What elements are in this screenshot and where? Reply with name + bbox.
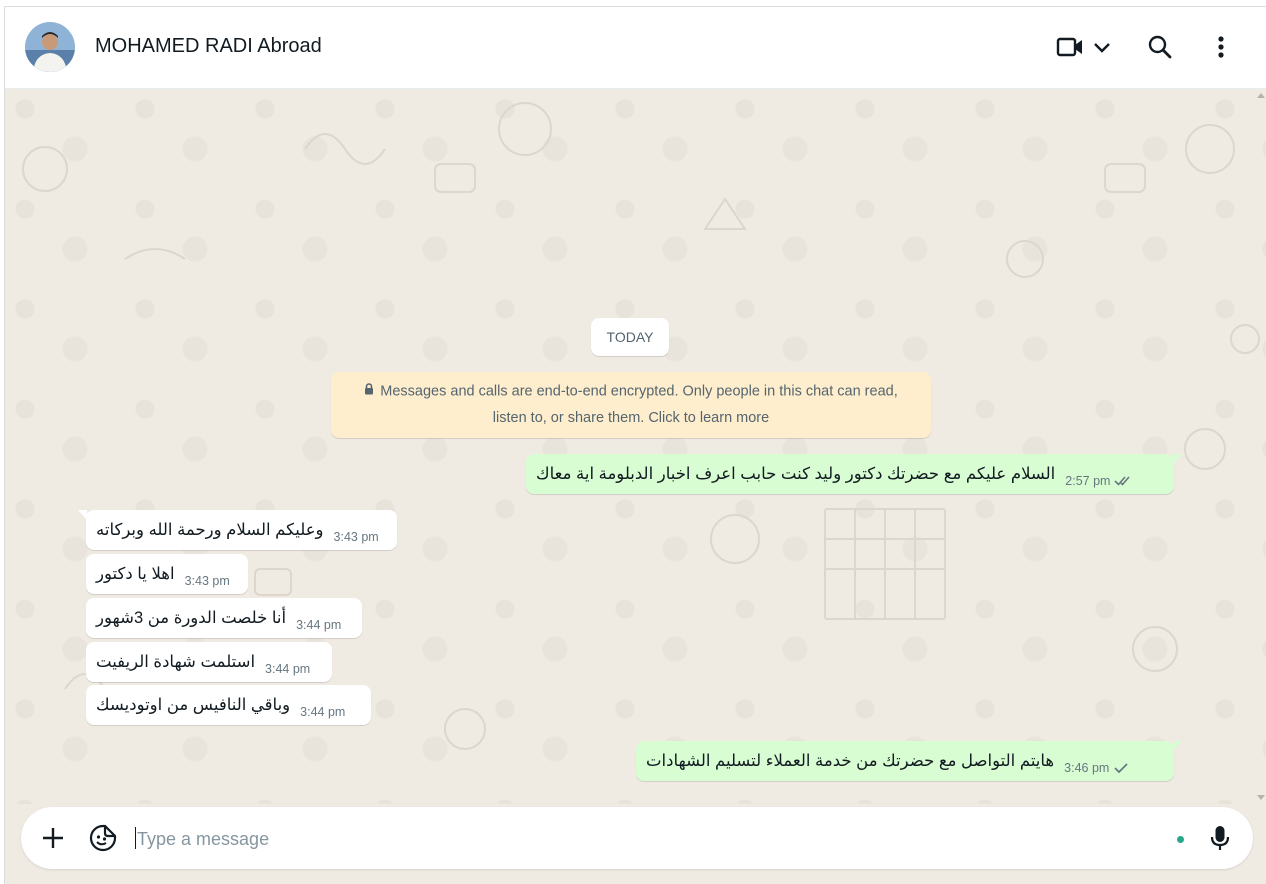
status-dot <box>1177 836 1184 843</box>
message-bubble-incoming[interactable]: أنا خلصت الدورة من 3شهور 3:44 pm <box>86 598 362 638</box>
message-text: السلام عليكم مع حضرتك دكتور وليد كنت حاب… <box>536 465 1056 483</box>
message-bubble-incoming[interactable]: استلمت شهادة الريفيت 3:44 pm <box>86 642 332 682</box>
message-bubble-incoming[interactable]: وباقي النافيس من اوتوديسك 3:44 pm <box>86 685 371 725</box>
bubble-tail <box>78 510 87 520</box>
message-time: 3:46 pm <box>1064 761 1110 775</box>
search-icon[interactable] <box>1145 31 1175 63</box>
chevron-down-icon[interactable] <box>1091 31 1113 63</box>
single-check-icon <box>1113 762 1129 774</box>
plus-icon[interactable] <box>37 822 69 854</box>
message-time: 3:44 pm <box>265 662 311 676</box>
composer-bar <box>5 804 1266 884</box>
sticker-icon[interactable] <box>87 822 119 854</box>
contact-name[interactable]: MOHAMED RADI Abroad <box>95 35 322 58</box>
message-text: هايتم التواصل مع حضرتك من خدمة العملاء ل… <box>646 752 1055 770</box>
message-time: 2:57 pm <box>1065 474 1111 488</box>
message-bubble-outgoing[interactable]: السلام عليكم مع حضرتك دكتور وليد كنت حاب… <box>526 454 1182 494</box>
message-time: 3:44 pm <box>296 618 342 632</box>
message-text: أنا خلصت الدورة من 3شهور <box>96 609 287 627</box>
date-separator: TODAY <box>591 318 669 356</box>
message-text: وباقي النافيس من اوتوديسك <box>96 696 291 714</box>
bubble-tail <box>1173 454 1182 464</box>
message-input[interactable] <box>135 823 1159 855</box>
microphone-icon[interactable] <box>1204 822 1236 854</box>
message-text: اهلا يا دكتور <box>96 565 175 583</box>
message-bubble-outgoing[interactable]: هايتم التواصل مع حضرتك من خدمة العملاء ل… <box>636 741 1182 781</box>
composer <box>21 807 1253 869</box>
text-caret <box>135 827 136 849</box>
message-time: 3:43 pm <box>184 574 230 588</box>
message-bubble-incoming[interactable]: وعليكم السلام ورحمة الله وبركاته 3:43 pm <box>78 510 397 550</box>
message-bubble-incoming[interactable]: اهلا يا دكتور 3:43 pm <box>86 554 248 594</box>
scroll-up-arrow[interactable] <box>1257 93 1265 98</box>
message-time: 3:43 pm <box>333 530 379 544</box>
encryption-notice[interactable]: Messages and calls are end-to-end encryp… <box>331 372 931 438</box>
bubble-tail <box>1173 741 1182 751</box>
lock-icon <box>364 378 374 405</box>
encryption-notice-line1: Messages and calls are end-to-end encryp… <box>380 383 898 400</box>
message-text: وعليكم السلام ورحمة الله وبركاته <box>96 521 324 539</box>
chat-window: MOHAMED RADI Abroad TODAY Messages and c… <box>4 6 1266 884</box>
message-time: 3:44 pm <box>300 705 346 719</box>
menu-icon[interactable] <box>1211 31 1231 63</box>
encryption-notice-line2: listen to, or share them. Click to learn… <box>492 410 770 427</box>
message-list[interactable]: TODAY Messages and calls are end-to-end … <box>5 89 1266 804</box>
chat-header: MOHAMED RADI Abroad <box>5 7 1266 89</box>
scroll-down-arrow[interactable] <box>1257 795 1265 800</box>
avatar[interactable] <box>25 22 75 72</box>
video-call-icon[interactable] <box>1055 31 1085 63</box>
double-check-icon <box>1114 475 1134 487</box>
message-text: استلمت شهادة الريفيت <box>96 653 256 671</box>
